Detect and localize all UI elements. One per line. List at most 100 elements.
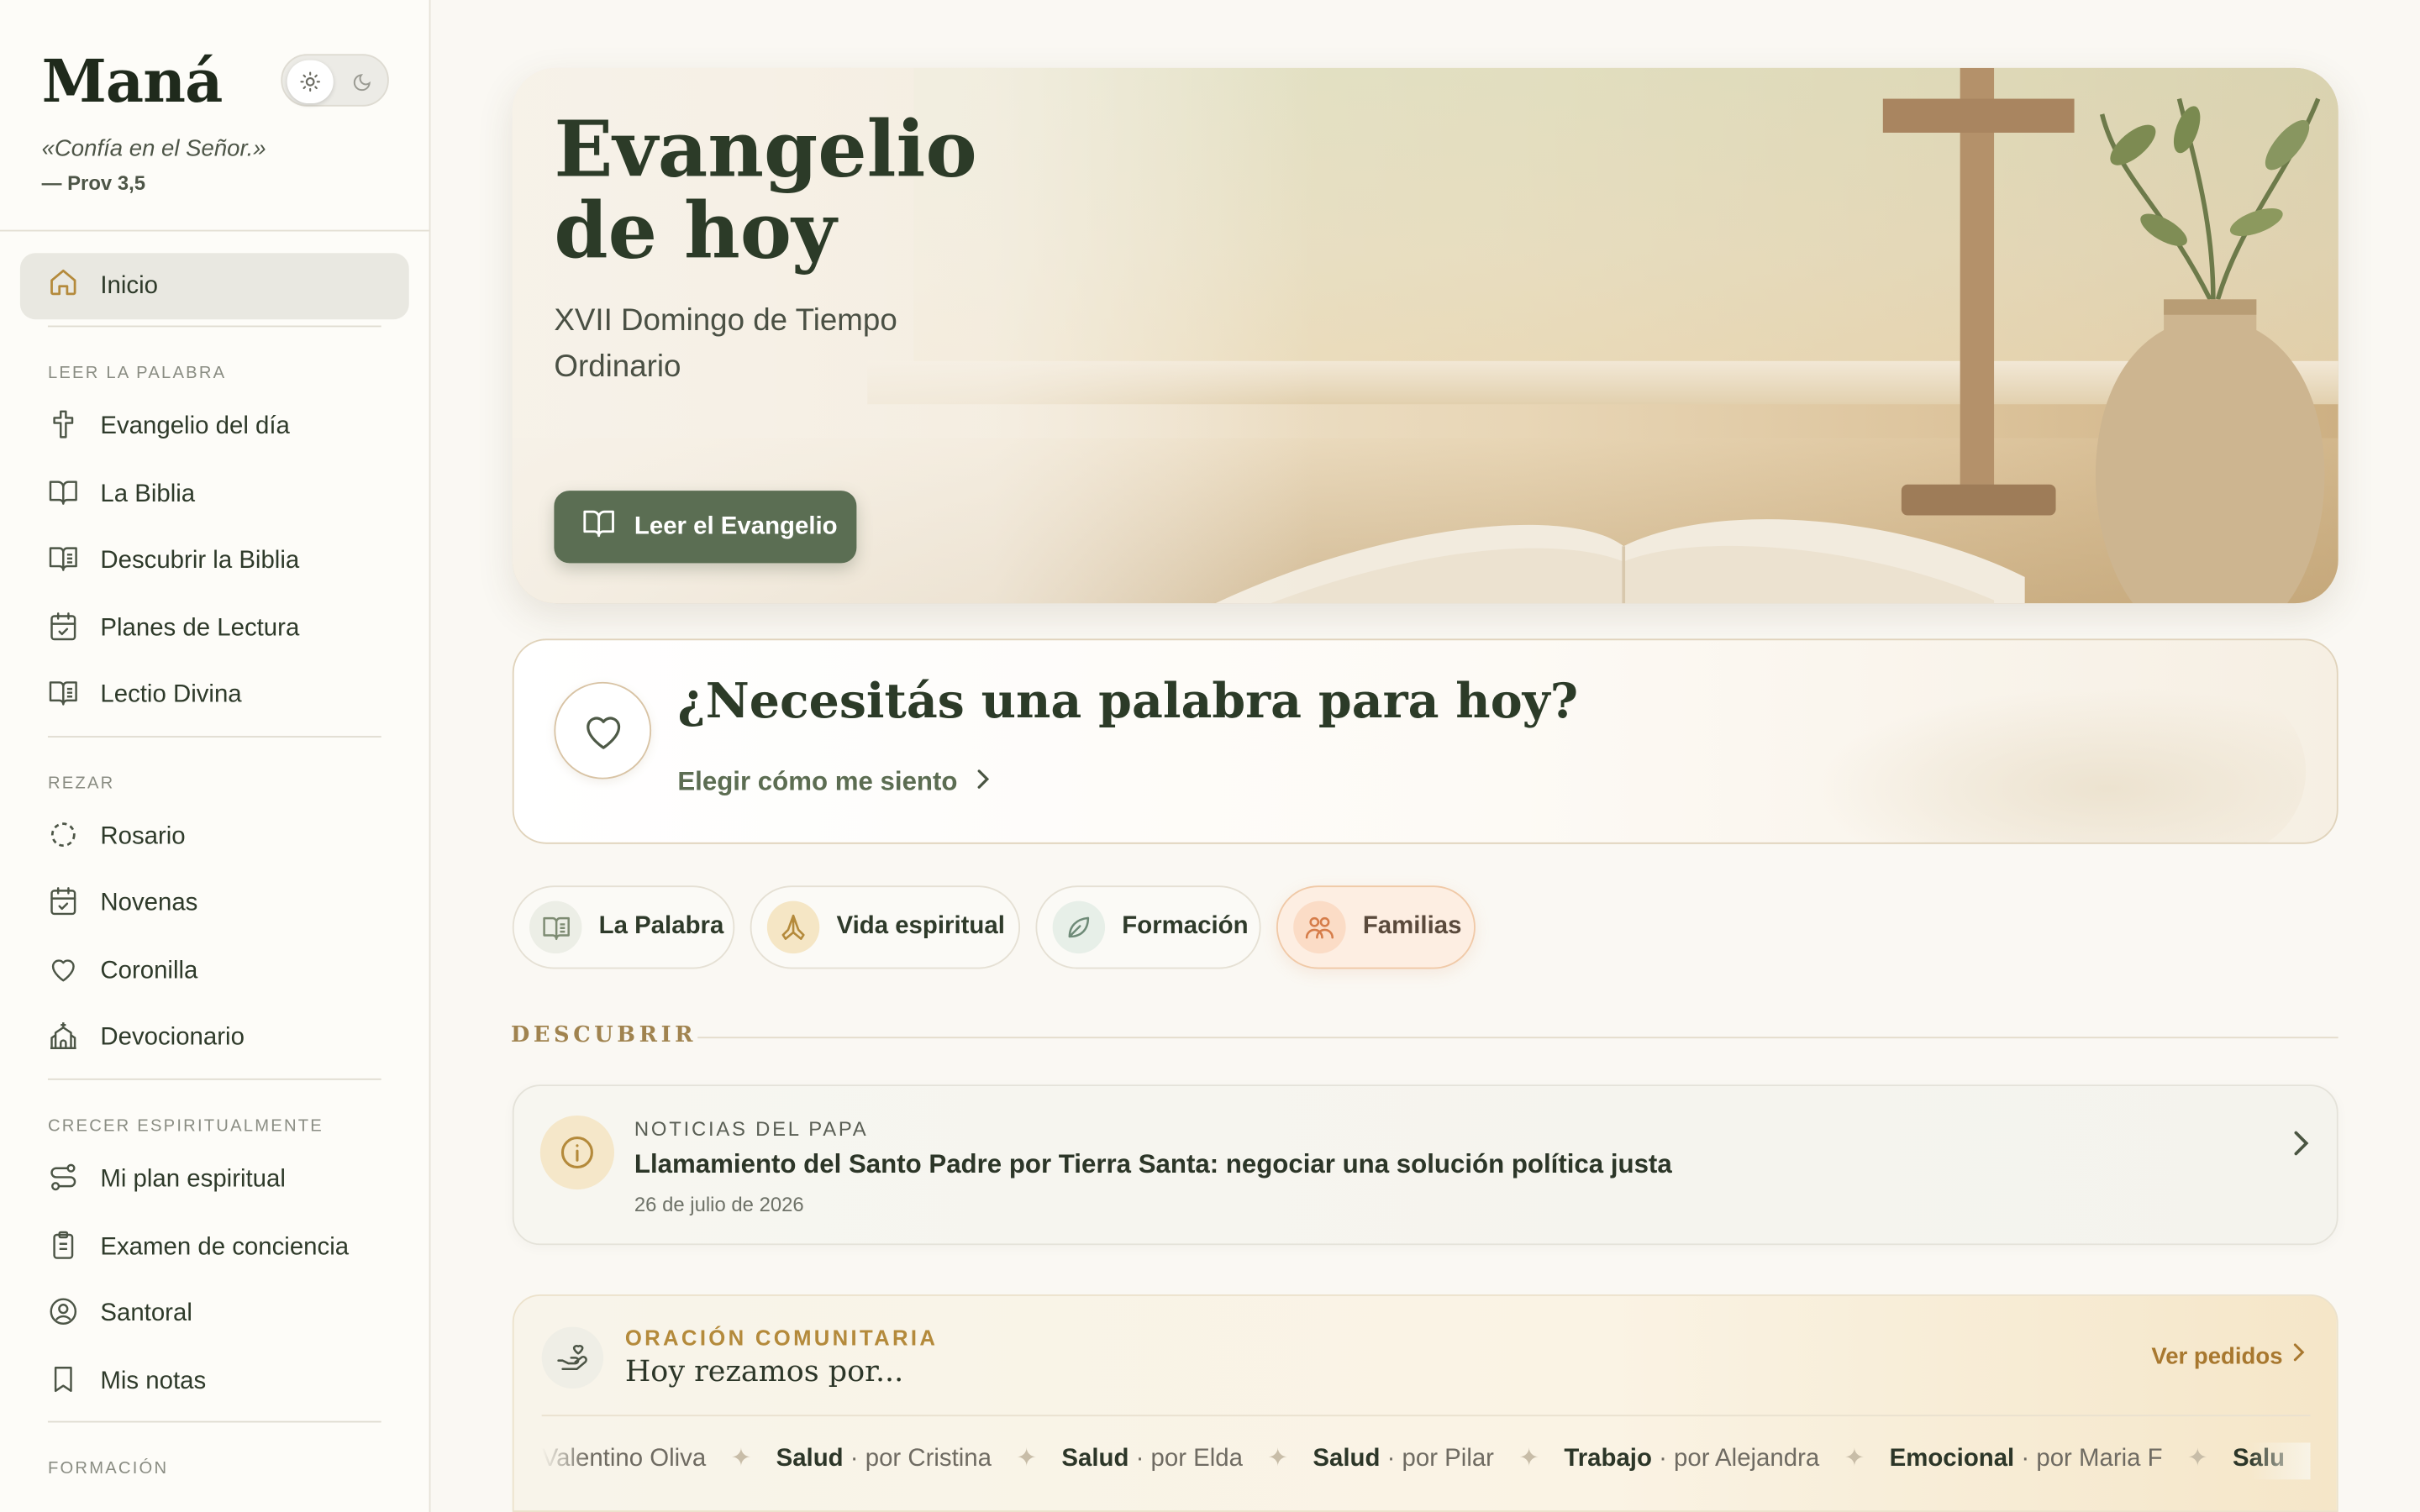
app-logo[interactable]: Maná	[42, 46, 224, 116]
moon-icon[interactable]	[347, 68, 375, 96]
sidebar-item-novenas[interactable]: Novenas	[48, 881, 402, 927]
prayer-request-item: Salud · por Elda	[1061, 1446, 1244, 1473]
pope-news-card[interactable]: NOTICIAS DEL PAPA Llamamiento del Santo …	[512, 1084, 2338, 1246]
sidebar-item-label: Santoral	[100, 1300, 192, 1327]
family-icon	[1293, 900, 1346, 954]
book-open-icon	[48, 476, 79, 515]
sidebar-item-coronilla[interactable]: Coronilla	[48, 949, 402, 995]
vase-plant-illustration	[2096, 97, 2325, 604]
section-title: REZAR	[47, 774, 115, 794]
sidebar-item-label: Planes de Lectura	[100, 615, 300, 643]
verse-reference: — Prov 3,5	[41, 171, 146, 195]
chip-vida-espiritual[interactable]: Vida espiritual	[750, 885, 1021, 969]
sun-icon[interactable]	[287, 60, 334, 104]
book-text-icon	[48, 543, 79, 581]
hero-subtitle: XVII Domingo de Tiempo Ordinario	[554, 303, 897, 385]
news-date: 26 de julio de 2026	[634, 1192, 804, 1216]
section-title: FORMACIÓN	[47, 1459, 169, 1478]
divider	[0, 229, 429, 232]
heart-icon	[48, 953, 79, 991]
sidebar-item-label: Evangelio del día	[100, 413, 290, 440]
sparkle-icon: ✦	[1518, 1446, 1539, 1473]
chip-label: Familias	[1362, 913, 1462, 940]
church-icon	[48, 1019, 79, 1058]
prayer-requests-ticker: Valentino Oliva ✦ Salud · por Cristina ✦ Sal…	[541, 1442, 2311, 1480]
wooden-cross-illustration	[1882, 67, 2075, 516]
divider	[541, 1415, 2311, 1417]
community-prayer-card: ORACIÓN COMUNITARIA Hoy rezamos por... V…	[512, 1294, 2338, 1512]
view-requests-link[interactable]: Ver pedidos	[2151, 1342, 2306, 1370]
section-title: CRECER ESPIRITUALMENTE	[47, 1116, 324, 1136]
chip-la-palabra[interactable]: La Palabra	[512, 885, 735, 969]
sidebar-item-label: Novenas	[100, 890, 198, 917]
sidebar-item-label: Coronilla	[100, 958, 198, 984]
prayer-request-item: Salud · por Pilar	[1313, 1446, 1494, 1473]
divider	[47, 1078, 381, 1080]
choose-feeling-link[interactable]: Elegir cómo me siento	[677, 767, 992, 798]
word-card-title: ¿Necesitás una palabra para hoy?	[677, 674, 1579, 730]
sidebar-item-planes-de-lectura[interactable]: Planes de Lectura	[48, 606, 402, 653]
gospel-hero: Evangelio de hoy XVII Domingo de Tiempo …	[512, 67, 2338, 604]
praying-hands-icon	[766, 900, 820, 954]
sidebar-item-la-biblia[interactable]: La Biblia	[48, 472, 402, 518]
sidebar-item-descubrir-la-biblia[interactable]: Descubrir la Biblia	[48, 538, 402, 585]
hero-title: Evangelio de hoy	[554, 103, 977, 276]
news-title: Llamamiento del Santo Padre por Tierra S…	[634, 1149, 1672, 1179]
chevron-right-icon	[976, 768, 992, 797]
clipboard-icon	[48, 1229, 79, 1268]
divider	[47, 1420, 381, 1423]
sidebar-item-santoral[interactable]: Santoral	[48, 1291, 402, 1337]
divider	[47, 736, 381, 738]
link-label: Elegir cómo me siento	[677, 766, 958, 796]
chip-label: Vida espiritual	[836, 913, 1005, 940]
sidebar-item-lectio-divina[interactable]: Lectio Divina	[48, 673, 402, 719]
sidebar-item-inicio[interactable]: Inicio	[19, 253, 409, 320]
leaf-icon	[1052, 900, 1106, 954]
route-icon	[48, 1161, 79, 1200]
info-icon	[539, 1115, 615, 1190]
calendar-check-icon	[48, 610, 79, 648]
sparkle-icon: ✦	[730, 1446, 752, 1473]
sidebar-item-label: Mi plan espiritual	[100, 1166, 286, 1193]
link-label: Ver pedidos	[2151, 1342, 2283, 1370]
dashed-circle-icon	[48, 818, 79, 857]
sidebar-item-mis-notas[interactable]: Mis notas	[48, 1359, 402, 1405]
sidebar-item-label: Lectio Divina	[100, 681, 242, 709]
prayer-title: Hoy rezamos por...	[624, 1354, 904, 1389]
calendar-check-icon	[48, 885, 79, 923]
sidebar-item-label: Devocionario	[100, 1024, 245, 1051]
sidebar-item-rosario[interactable]: Rosario	[48, 815, 402, 861]
divider	[47, 325, 381, 328]
book-open-icon	[581, 506, 618, 548]
section-title: LEER LA PALABRA	[47, 364, 227, 383]
home-icon	[48, 267, 79, 306]
theme-toggle[interactable]	[281, 54, 389, 107]
news-category: NOTICIAS DEL PAPA	[634, 1116, 869, 1141]
chip-familias[interactable]: Familias	[1276, 885, 1476, 969]
sidebar-item-label: Inicio	[100, 272, 159, 299]
chip-formacion[interactable]: Formación	[1035, 885, 1261, 969]
sidebar-item-examen-de-conciencia[interactable]: Examen de conciencia	[48, 1225, 402, 1271]
bookmark-icon	[48, 1363, 79, 1402]
sidebar-item-mi-plan-espiritual[interactable]: Mi plan espiritual	[48, 1158, 402, 1204]
sparkle-icon: ✦	[2186, 1446, 2208, 1473]
sidebar-item-label: La Biblia	[100, 481, 196, 508]
sparkle-icon: ✦	[1016, 1446, 1037, 1473]
heart-icon	[554, 681, 652, 780]
sidebar-item-evangelio-del-dia[interactable]: Evangelio del día	[48, 404, 402, 450]
sidebar-item-label: Rosario	[100, 823, 186, 851]
prayer-request-item: Trabajo · por Alejandra	[1564, 1446, 1820, 1473]
word-for-today-card[interactable]: ¿Necesitás una palabra para hoy? Elegir …	[512, 638, 2338, 844]
chevron-right-icon	[2292, 1129, 2311, 1164]
sparkle-icon: ✦	[1267, 1446, 1289, 1473]
cross-icon	[48, 408, 79, 447]
sparkle-icon: ✦	[1844, 1446, 1865, 1473]
chevron-right-icon	[2292, 1342, 2307, 1370]
hand-heart-icon	[541, 1326, 604, 1389]
verse-quote: «Confía en el Señor.»	[41, 135, 266, 162]
user-circle-icon	[48, 1295, 79, 1334]
sidebar-item-label: Examen de conciencia	[100, 1234, 350, 1261]
prayer-request-item: Emocional · por Maria F	[1889, 1446, 2163, 1473]
read-gospel-button[interactable]: Leer el Evangelio	[554, 491, 857, 564]
sidebar-item-devocionario[interactable]: Devocionario	[48, 1016, 402, 1062]
